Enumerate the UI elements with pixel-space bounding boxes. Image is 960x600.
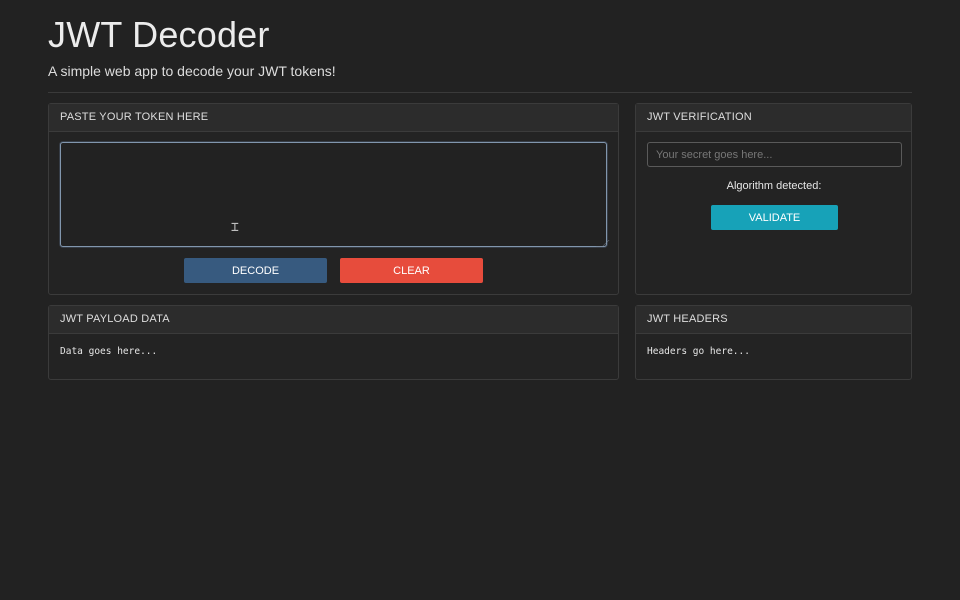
page-title: JWT Decoder bbox=[48, 14, 270, 55]
validate-button[interactable]: VALIDATE bbox=[711, 205, 838, 230]
payload-output: Data goes here... bbox=[60, 346, 158, 357]
headers-output: Headers go here... bbox=[647, 346, 750, 357]
headers-card: JWT HEADERS Headers go here... bbox=[635, 305, 912, 380]
payload-card-title: JWT PAYLOAD DATA bbox=[49, 306, 618, 334]
verification-card: JWT VERIFICATION Algorithm detected: VAL… bbox=[635, 103, 912, 295]
i-beam-cursor-icon: ⌶ bbox=[231, 220, 239, 235]
decode-button[interactable]: DECODE bbox=[184, 258, 327, 283]
verification-card-title: JWT VERIFICATION bbox=[636, 104, 911, 132]
token-textarea[interactable] bbox=[60, 142, 607, 247]
secret-input[interactable] bbox=[647, 142, 902, 167]
header-divider bbox=[48, 92, 912, 93]
token-card: PASTE YOUR TOKEN HERE ⌶ DECODE CLEAR bbox=[48, 103, 619, 295]
headers-card-title: JWT HEADERS bbox=[636, 306, 911, 334]
page-subtitle: A simple web app to decode your JWT toke… bbox=[48, 63, 336, 79]
clear-button[interactable]: CLEAR bbox=[340, 258, 483, 283]
algorithm-detected-label: Algorithm detected: bbox=[726, 180, 822, 192]
payload-card: JWT PAYLOAD DATA Data goes here... bbox=[48, 305, 619, 380]
token-card-title: PASTE YOUR TOKEN HERE bbox=[49, 104, 618, 132]
